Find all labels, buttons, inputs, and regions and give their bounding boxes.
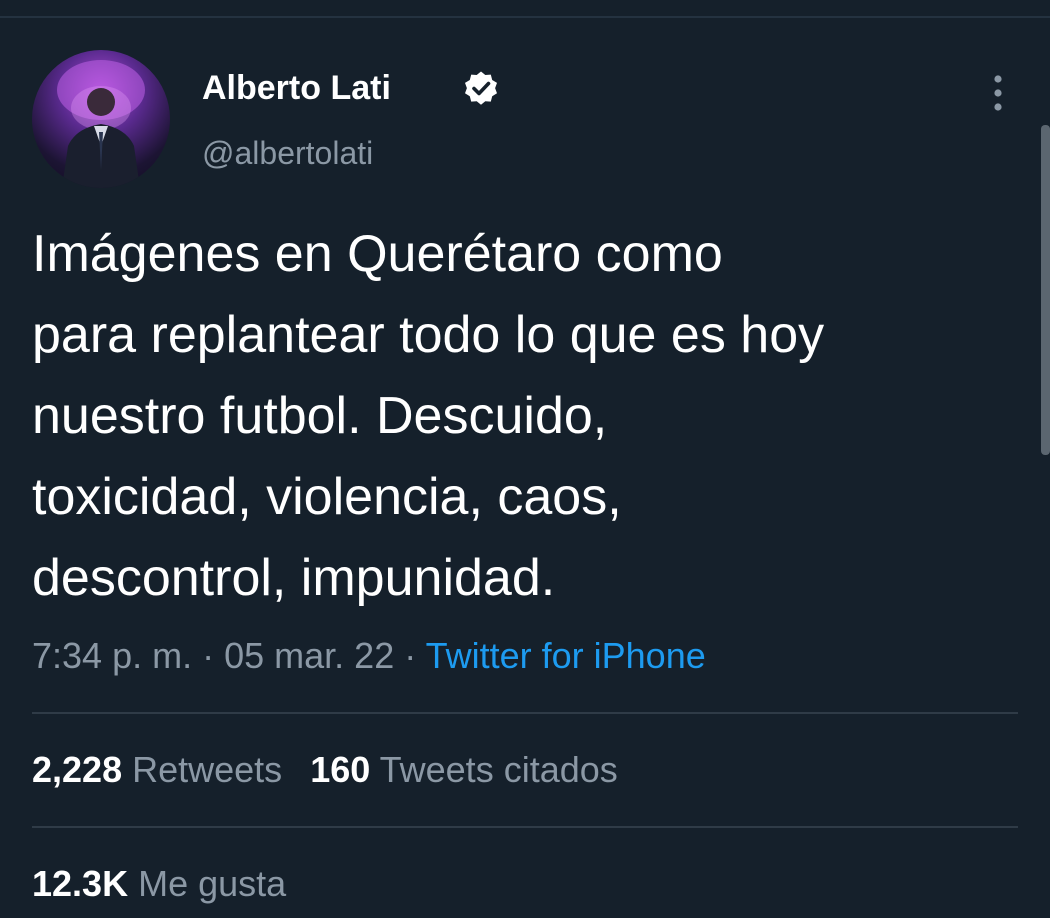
tweet-date[interactable]: 05 mar. 22 [224, 635, 394, 676]
likes-stat[interactable]: 12.3K Me gusta [32, 863, 286, 904]
quote-tweets-stat[interactable]: 160 Tweets citados [310, 749, 618, 790]
tweet-metadata: 7:34 p. m. · 05 mar. 22 · Twitter for iP… [32, 632, 706, 680]
meta-separator: · [202, 635, 215, 676]
tweet-text: Imágenes en Querétaro como para replante… [32, 214, 1032, 619]
likes-label: Me gusta [138, 863, 287, 904]
likes-count: 12.3K [32, 863, 129, 904]
more-options-button[interactable] [984, 70, 1012, 116]
divider [32, 712, 1018, 714]
more-vertical-icon [994, 75, 1002, 111]
stats-row-retweets: 2,228 Retweets 160 Tweets citados [32, 746, 618, 794]
retweets-label: Retweets [132, 749, 283, 790]
author-handle[interactable]: @albertolati [202, 132, 373, 174]
tweet-text-line: descontrol, impunidad. [32, 549, 556, 607]
tweet-time[interactable]: 7:34 p. m. [32, 635, 192, 676]
tweet-text-line: para replantear todo lo que es hoy [32, 306, 825, 364]
quote-tweets-label: Tweets citados [379, 749, 618, 790]
quote-tweets-count: 160 [310, 749, 371, 790]
scrollbar-thumb[interactable] [1041, 125, 1050, 455]
retweets-stat[interactable]: 2,228 Retweets [32, 749, 282, 790]
tweet-text-line: Imágenes en Querétaro como [32, 225, 723, 283]
author-display-name[interactable]: Alberto Lati [202, 66, 391, 110]
tweet-text-line: nuestro futbol. Descuido, [32, 387, 608, 445]
retweets-count: 2,228 [32, 749, 123, 790]
stats-row-likes: 12.3K Me gusta [32, 860, 286, 908]
divider [32, 826, 1018, 828]
verified-badge-icon [462, 70, 500, 108]
tweet-source-link[interactable]: Twitter for iPhone [426, 635, 706, 676]
avatar[interactable] [32, 50, 170, 188]
meta-separator: · [404, 635, 417, 676]
top-divider [0, 16, 1050, 18]
tweet-text-line: toxicidad, violencia, caos, [32, 468, 622, 526]
avatar-image [57, 60, 145, 188]
